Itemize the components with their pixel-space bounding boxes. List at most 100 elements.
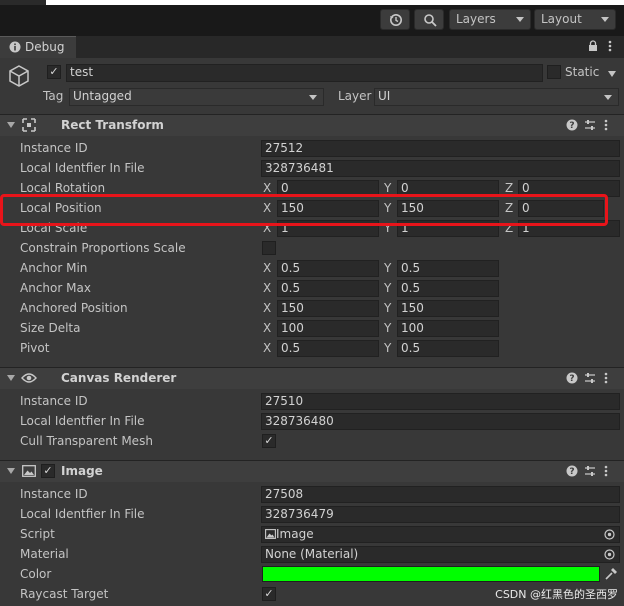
preset-sliders-icon[interactable]	[584, 372, 596, 384]
image-header[interactable]: ✓ Image ?	[0, 460, 624, 482]
layers-dropdown[interactable]: Layers	[449, 9, 531, 30]
layout-dropdown[interactable]: Layout	[534, 9, 616, 30]
anchor-max-y-field[interactable]: 0.5	[397, 280, 499, 297]
anchor-min-x-field[interactable]: 0.5	[277, 260, 379, 277]
tag-dropdown[interactable]: Untagged	[69, 88, 324, 106]
info-icon	[9, 41, 21, 53]
constrain-proportions-checkbox[interactable]	[262, 241, 276, 255]
chevron-down-icon	[516, 17, 524, 22]
svg-text:?: ?	[569, 467, 574, 477]
foldout-arrow-icon[interactable]	[7, 468, 15, 474]
layer-dropdown[interactable]: UI	[374, 88, 619, 106]
instance-id-label: Instance ID	[20, 394, 88, 408]
more-menu-icon[interactable]	[604, 119, 608, 131]
color-swatch[interactable]	[262, 566, 600, 582]
x-axis-label: X	[263, 321, 272, 335]
cull-transparent-mesh-label: Cull Transparent Mesh	[20, 434, 153, 448]
constrain-proportions-label: Constrain Proportions Scale	[20, 241, 186, 255]
local-id-field[interactable]: 328736479	[261, 506, 620, 523]
anchor-min-x-value: 0.5	[281, 261, 301, 275]
tag-value: Untagged	[73, 89, 132, 103]
history-button[interactable]	[380, 9, 410, 30]
script-label: Script	[20, 527, 55, 541]
tab-debug[interactable]: Debug	[0, 36, 76, 58]
local-id-field[interactable]: 328736481	[261, 160, 620, 177]
object-name: test	[70, 65, 94, 79]
tag-label: Tag	[43, 89, 64, 103]
preset-sliders-icon[interactable]	[584, 119, 596, 131]
rect-transform-header[interactable]: Rect Transform ?	[0, 114, 624, 136]
active-checkbox[interactable]: ✓	[47, 65, 61, 79]
anchor-max-y-value: 0.5	[401, 281, 421, 295]
local-rotation-label: Local Rotation	[20, 181, 106, 195]
x-axis-label: X	[263, 281, 272, 295]
preset-sliders-icon[interactable]	[584, 465, 596, 477]
anchored-position-y-value: 150	[401, 301, 424, 315]
object-picker-icon[interactable]	[604, 529, 615, 540]
toolbar-strip	[46, 0, 624, 5]
image-enabled-checkbox[interactable]: ✓	[41, 464, 55, 478]
foldout-arrow-icon[interactable]	[7, 122, 15, 128]
local-id-label: Local Identfier In File	[20, 161, 145, 175]
pivot-y-field[interactable]: 0.5	[397, 340, 499, 357]
instance-id-field[interactable]: 27512	[261, 140, 620, 157]
search-button[interactable]	[414, 9, 444, 30]
pivot-x-field[interactable]: 0.5	[277, 340, 379, 357]
svg-text:?: ?	[569, 374, 574, 384]
tab-strip	[0, 36, 624, 58]
anchored-position-y-field[interactable]: 150	[397, 300, 499, 317]
instance-id-field[interactable]: 27510	[261, 393, 620, 410]
anchor-max-label: Anchor Max	[20, 281, 91, 295]
foldout-arrow-icon[interactable]	[7, 375, 15, 381]
canvas-renderer-header[interactable]: Canvas Renderer ?	[0, 367, 624, 389]
static-checkbox[interactable]	[547, 65, 561, 79]
size-delta-y-field[interactable]: 100	[397, 320, 499, 337]
pivot-x-value: 0.5	[281, 341, 301, 355]
svg-text:?: ?	[569, 121, 574, 131]
layer-label: Layer	[338, 89, 372, 103]
help-icon[interactable]: ?	[566, 119, 578, 131]
pivot-y-value: 0.5	[401, 341, 421, 355]
layout-label: Layout	[541, 12, 582, 26]
size-delta-x-value: 100	[281, 321, 304, 335]
anchor-max-x-field[interactable]: 0.5	[277, 280, 379, 297]
more-menu-icon[interactable]	[604, 372, 608, 384]
component-header-icons: ?	[566, 371, 614, 385]
watermark-text: CSDN @红黑色的圣西罗	[495, 588, 618, 601]
raycast-target-label: Raycast Target	[20, 587, 109, 601]
object-picker-icon[interactable]	[604, 549, 615, 560]
image-script-icon	[265, 529, 276, 539]
anchored-position-x-value: 150	[281, 301, 304, 315]
object-name-field[interactable]: test	[66, 64, 543, 82]
instance-id-value: 27508	[265, 487, 304, 501]
anchor-min-y-field[interactable]: 0.5	[397, 260, 499, 277]
help-icon[interactable]: ?	[566, 465, 578, 477]
more-menu-icon[interactable]	[604, 465, 608, 477]
x-axis-label: X	[263, 181, 272, 195]
material-field[interactable]: None (Material)	[261, 546, 620, 563]
cull-transparent-mesh-checkbox[interactable]: ✓	[262, 434, 276, 448]
eyedropper-icon[interactable]	[604, 567, 618, 581]
lock-icon[interactable]	[588, 40, 598, 52]
help-icon[interactable]: ?	[566, 372, 578, 384]
instance-id-value: 27512	[265, 141, 304, 155]
y-axis-label: Y	[384, 301, 392, 315]
more-menu-icon[interactable]	[608, 40, 612, 52]
anchored-position-x-field[interactable]: 150	[277, 300, 379, 317]
raycast-target-checkbox[interactable]: ✓	[262, 587, 276, 601]
history-icon	[390, 14, 402, 26]
gameobject-cube-icon	[9, 65, 29, 87]
x-axis-label: X	[263, 261, 272, 275]
toolbar-edge	[0, 0, 46, 5]
anchor-min-y-value: 0.5	[401, 261, 421, 275]
local-id-value: 328736479	[265, 507, 334, 521]
instance-id-field[interactable]: 27508	[261, 486, 620, 503]
material-label: Material	[20, 547, 69, 561]
component-title: Image	[61, 464, 103, 478]
component-header-icons: ?	[566, 464, 614, 478]
script-field[interactable]: Image	[261, 526, 620, 543]
static-dropdown-icon[interactable]	[608, 71, 616, 77]
layer-value: UI	[378, 89, 391, 103]
size-delta-x-field[interactable]: 100	[277, 320, 379, 337]
local-id-field[interactable]: 328736480	[261, 413, 620, 430]
